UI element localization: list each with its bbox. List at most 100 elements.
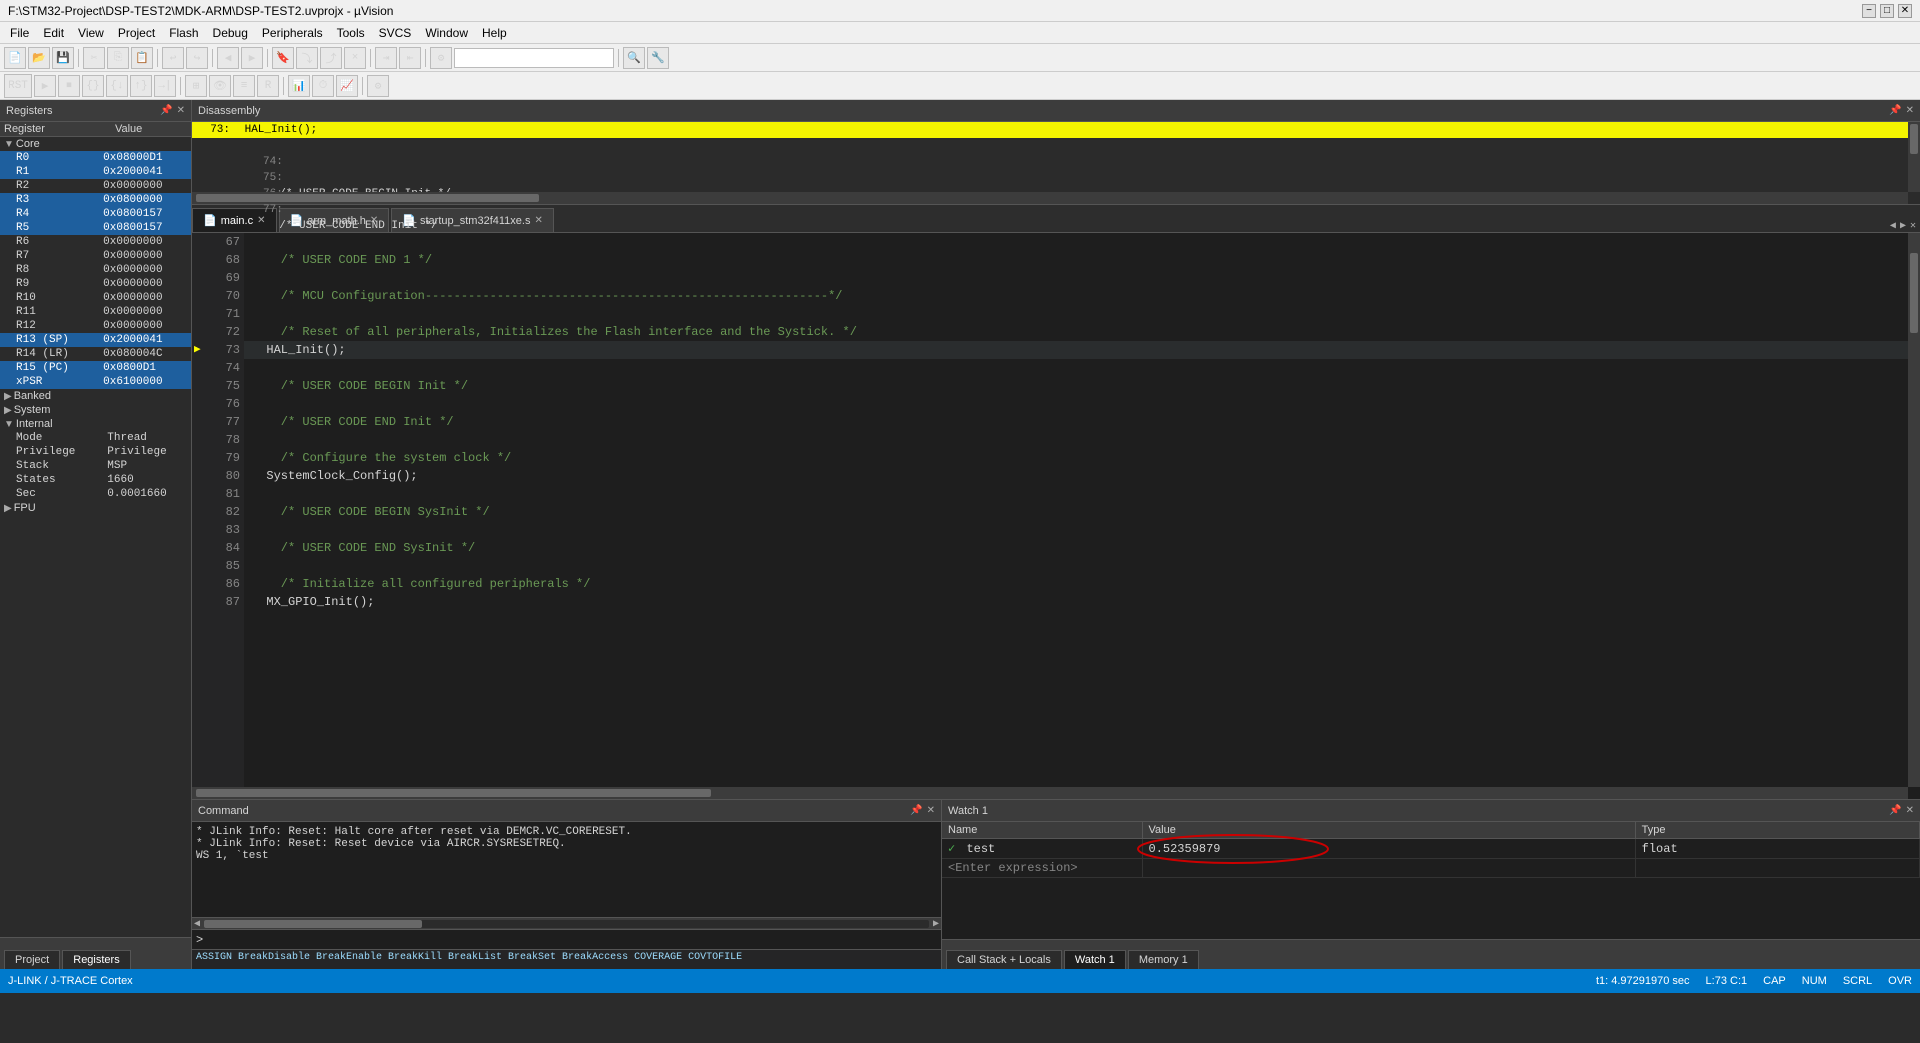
watch-row-enter-expr[interactable]: <Enter expression> bbox=[942, 859, 1920, 878]
gutter-79: 79 bbox=[192, 449, 244, 467]
reg-r6-name: R6 bbox=[0, 235, 99, 249]
stop-button[interactable]: ⏹ bbox=[58, 75, 80, 97]
build-target[interactable]: ⚙ bbox=[430, 47, 452, 69]
separator-7 bbox=[618, 49, 619, 67]
status-num: NUM bbox=[1802, 975, 1827, 987]
watch-close-icon[interactable]: ✕ bbox=[1906, 805, 1914, 816]
core-expand-icon[interactable]: ▼ bbox=[4, 139, 14, 150]
tab-callstack[interactable]: Call Stack + Locals bbox=[946, 950, 1062, 969]
bookmark-next[interactable]: ⤵ bbox=[296, 47, 318, 69]
nav-back-button[interactable]: ◀ bbox=[217, 47, 239, 69]
step-in[interactable]: {↓ bbox=[106, 75, 128, 97]
code-line-75: /* USER CODE BEGIN Init */ bbox=[244, 377, 1920, 395]
reg-r9-name: R9 bbox=[0, 277, 99, 291]
minimize-button[interactable]: − bbox=[1862, 4, 1876, 18]
cut-button[interactable]: ✂ bbox=[83, 47, 105, 69]
target-dropdown[interactable]: HID_MOUSE_REPORT_DESC( bbox=[454, 48, 614, 68]
logic-btn[interactable]: 📈 bbox=[336, 75, 358, 97]
menu-svcs[interactable]: SVCS bbox=[373, 24, 418, 42]
code-line-67 bbox=[244, 233, 1920, 251]
menu-tools[interactable]: Tools bbox=[331, 24, 371, 42]
menu-flash[interactable]: Flash bbox=[163, 24, 204, 42]
command-header: Command 📌 ✕ bbox=[192, 800, 941, 822]
step-over[interactable]: {} bbox=[82, 75, 104, 97]
menu-edit[interactable]: Edit bbox=[37, 24, 70, 42]
editor-h-scroll[interactable] bbox=[192, 787, 1908, 799]
watch-pin-icon[interactable]: 📌 bbox=[1889, 805, 1901, 816]
run-to-cursor[interactable]: →| bbox=[154, 75, 176, 97]
reset-button[interactable]: RST bbox=[4, 74, 32, 98]
setup-btn[interactable]: ⚙ bbox=[367, 75, 389, 97]
status-ovr: OVR bbox=[1888, 975, 1912, 987]
cmd-output-line-3: WS 1, `test bbox=[196, 850, 937, 862]
tab-project[interactable]: Project bbox=[4, 950, 60, 969]
menu-peripherals[interactable]: Peripherals bbox=[256, 24, 329, 42]
menu-help[interactable]: Help bbox=[476, 24, 513, 42]
system-expand-icon[interactable]: ▶ bbox=[4, 405, 12, 416]
menu-view[interactable]: View bbox=[72, 24, 110, 42]
run-button[interactable]: ▶ bbox=[34, 75, 56, 97]
cmd-pin-icon[interactable]: 📌 bbox=[910, 805, 922, 816]
internal-expand-icon[interactable]: ▼ bbox=[4, 419, 14, 430]
tab-scroll-left[interactable]: ◀ bbox=[1890, 220, 1896, 232]
pin-icon[interactable]: 📌 bbox=[160, 105, 172, 116]
tab-registers[interactable]: Registers bbox=[62, 950, 130, 969]
menu-window[interactable]: Window bbox=[419, 24, 474, 42]
editor-v-scroll[interactable] bbox=[1908, 233, 1920, 787]
redo-button[interactable]: ↪ bbox=[186, 47, 208, 69]
dasm-pin-icon[interactable]: 📌 bbox=[1889, 105, 1901, 116]
separator-4 bbox=[267, 49, 268, 67]
watch-test-name-text: test bbox=[966, 842, 995, 856]
perf-btn[interactable]: ⏱ bbox=[312, 75, 334, 97]
tab-close-all[interactable]: ✕ bbox=[1910, 220, 1916, 232]
reg-btn[interactable]: R bbox=[257, 75, 279, 97]
tab-scroll-right[interactable]: ▶ bbox=[1900, 220, 1906, 232]
paste-button[interactable]: 📋 bbox=[131, 47, 153, 69]
tab-memory1[interactable]: Memory 1 bbox=[1128, 950, 1199, 969]
bookmark-prev[interactable]: ⤴ bbox=[320, 47, 342, 69]
watch-enter-expr[interactable]: <Enter expression> bbox=[942, 859, 1142, 878]
registers-panel: Registers 📌 ✕ Register Value ▼ Core R0 bbox=[0, 100, 192, 969]
cmd-close-icon[interactable]: ✕ bbox=[927, 805, 935, 816]
maximize-button[interactable]: □ bbox=[1880, 4, 1894, 18]
tools-button[interactable]: 🔧 bbox=[647, 47, 669, 69]
dasm-v-scroll[interactable] bbox=[1908, 122, 1920, 192]
indent-button[interactable]: ⇥ bbox=[375, 47, 397, 69]
save-button[interactable]: 💾 bbox=[52, 47, 74, 69]
code-line-71 bbox=[244, 305, 1920, 323]
reg-r4-name: R4 bbox=[0, 207, 99, 221]
bookmark-button[interactable]: 🔖 bbox=[272, 47, 294, 69]
trace-btn[interactable]: 📊 bbox=[288, 75, 310, 97]
nav-fwd-button[interactable]: ▶ bbox=[241, 47, 263, 69]
copy-button[interactable]: ⎘ bbox=[107, 47, 129, 69]
command-input[interactable] bbox=[207, 934, 937, 946]
right-content: Disassembly 📌 ✕ 73: HAL_Init(); 74: 75: … bbox=[192, 100, 1920, 969]
internal-section: ▼ Internal bbox=[0, 417, 191, 431]
menu-project[interactable]: Project bbox=[112, 24, 161, 42]
tab-watch1[interactable]: Watch 1 bbox=[1064, 950, 1126, 969]
new-file-button[interactable]: 📄 bbox=[4, 47, 26, 69]
close-panel-icon[interactable]: ✕ bbox=[177, 105, 185, 116]
sec-value: 0.0001660 bbox=[103, 487, 191, 501]
close-button[interactable]: ✕ bbox=[1898, 4, 1912, 18]
dasm-h-scroll[interactable] bbox=[192, 192, 1908, 204]
status-caps: CAP bbox=[1763, 975, 1786, 987]
watch-btn[interactable]: 👁 bbox=[209, 75, 231, 97]
dasm-close-icon[interactable]: ✕ bbox=[1906, 105, 1914, 116]
banked-expand-icon[interactable]: ▶ bbox=[4, 391, 12, 402]
cmd-scroll-right[interactable]: ▶ bbox=[931, 918, 941, 930]
menu-file[interactable]: File bbox=[4, 24, 35, 42]
mem-btn[interactable]: ≡ bbox=[233, 75, 255, 97]
find-button[interactable]: 🔍 bbox=[623, 47, 645, 69]
fpu-expand-icon[interactable]: ▶ bbox=[4, 503, 12, 514]
step-out[interactable]: ↑} bbox=[130, 75, 152, 97]
open-button[interactable]: 📂 bbox=[28, 47, 50, 69]
bookmark-clear[interactable]: × bbox=[344, 47, 366, 69]
cmd-h-scroll[interactable]: ◀ ▶ bbox=[192, 917, 941, 929]
outdent-button[interactable]: ⇤ bbox=[399, 47, 421, 69]
disasm-btn[interactable]: ⊞ bbox=[185, 75, 207, 97]
tab-startup-close[interactable]: ✕ bbox=[534, 215, 542, 226]
undo-button[interactable]: ↩ bbox=[162, 47, 184, 69]
cmd-scroll-left[interactable]: ◀ bbox=[192, 918, 202, 930]
menu-debug[interactable]: Debug bbox=[207, 24, 254, 42]
